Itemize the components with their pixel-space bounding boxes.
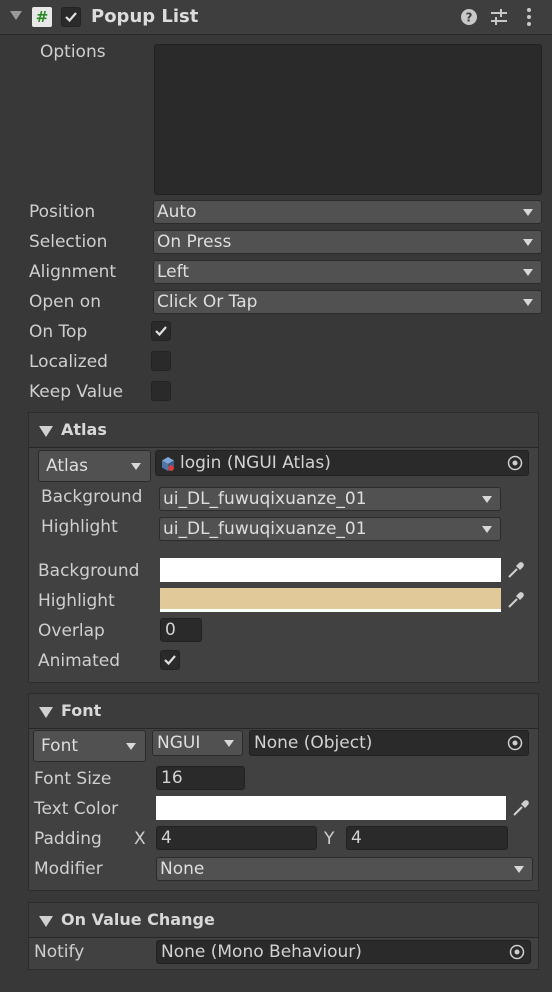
help-icon[interactable]: ? [458, 6, 480, 28]
font-size-value: 16 [161, 768, 183, 788]
padding-label: Padding [34, 829, 102, 849]
options-label: Options [40, 42, 106, 62]
padding-x-label: X [134, 829, 146, 849]
chevron-down-icon [514, 866, 524, 873]
font-type-value: Font [41, 736, 79, 756]
component-title: Popup List [91, 6, 199, 27]
atlas-section-title: Atlas [61, 420, 107, 439]
position-label: Position [29, 202, 96, 222]
object-picker-icon[interactable] [509, 944, 525, 960]
chevron-down-icon [131, 463, 141, 470]
component-header: # Popup List ? [0, 0, 552, 35]
padding-y-input[interactable]: 4 [346, 826, 508, 850]
script-icon: # [32, 7, 52, 27]
atlas-object-field[interactable]: login (NGUI Atlas) [155, 450, 529, 476]
selection-value: On Press [157, 232, 232, 252]
font-kind-dropdown[interactable]: NGUI [152, 730, 243, 756]
on-value-change-header[interactable]: On Value Change [29, 903, 538, 938]
sprite-highlight-value: ui_DL_fuwuqixuanze_01 [163, 519, 367, 539]
notify-value: None (Mono Behaviour) [161, 942, 362, 962]
atlas-type-value: Atlas [46, 456, 88, 476]
padding-y-value: 4 [351, 828, 362, 848]
localized-checkbox[interactable] [151, 351, 171, 371]
notify-object-field[interactable]: None (Mono Behaviour) [156, 940, 531, 964]
on-top-label: On Top [29, 322, 88, 342]
preset-icon[interactable] [488, 6, 510, 28]
chevron-down-icon [523, 269, 533, 276]
color-background-swatch[interactable] [160, 558, 501, 582]
on-value-change-title: On Value Change [61, 910, 215, 929]
font-object-value: None (Object) [254, 733, 373, 753]
text-color-swatch[interactable] [156, 796, 506, 820]
alignment-label: Alignment [29, 262, 117, 282]
color-highlight-swatch[interactable] [160, 588, 501, 612]
overlap-label: Overlap [38, 621, 105, 641]
color-highlight-label: Highlight [38, 591, 115, 611]
font-section-header[interactable]: Font [29, 694, 538, 729]
localized-label: Localized [29, 352, 108, 372]
sprite-background-value: ui_DL_fuwuqixuanze_01 [163, 489, 367, 509]
overlap-value: 0 [165, 620, 176, 640]
component-enabled-checkbox[interactable] [61, 7, 81, 27]
atlas-object-value: login (NGUI Atlas) [180, 453, 331, 473]
alignment-dropdown[interactable]: Left [153, 260, 542, 284]
position-dropdown[interactable]: Auto [153, 200, 542, 224]
chevron-down-icon [224, 740, 234, 747]
font-kind-value: NGUI [157, 733, 201, 753]
chevron-down-icon [482, 496, 492, 503]
eyedropper-icon[interactable] [510, 797, 532, 819]
modifier-value: None [160, 859, 205, 879]
chevron-down-icon [126, 743, 136, 750]
on-top-checkbox[interactable] [151, 321, 171, 341]
chevron-down-icon [523, 209, 533, 216]
font-size-input[interactable]: 16 [156, 766, 245, 790]
atlas-section-header[interactable]: Atlas [29, 413, 538, 448]
font-object-field[interactable]: None (Object) [249, 730, 529, 756]
padding-y-label: Y [324, 829, 335, 849]
open-on-label: Open on [29, 292, 101, 312]
eyedropper-icon[interactable] [505, 589, 527, 611]
open-on-value: Click Or Tap [157, 292, 258, 312]
sprite-background-label: Background [41, 487, 143, 507]
padding-x-input[interactable]: 4 [156, 826, 317, 850]
sprite-background-dropdown[interactable]: ui_DL_fuwuqixuanze_01 [159, 487, 501, 511]
text-color-label: Text Color [34, 799, 119, 819]
svg-text:?: ? [466, 11, 473, 25]
atlas-asset-icon [162, 457, 174, 471]
fold-triangle-icon [39, 707, 53, 718]
color-background-label: Background [38, 561, 140, 581]
object-picker-icon[interactable] [507, 455, 523, 471]
notify-label: Notify [34, 942, 85, 962]
selection-label: Selection [29, 232, 108, 252]
fold-triangle-icon [39, 916, 53, 927]
font-size-label: Font Size [34, 769, 112, 789]
alignment-value: Left [157, 262, 189, 282]
fold-triangle-icon[interactable] [10, 11, 22, 20]
chevron-down-icon [482, 526, 492, 533]
overlap-input[interactable]: 0 [160, 618, 202, 642]
chevron-down-icon [523, 239, 533, 246]
position-value: Auto [157, 202, 197, 222]
font-type-dropdown[interactable]: Font [33, 730, 146, 762]
animated-label: Animated [38, 651, 121, 671]
eyedropper-icon[interactable] [505, 559, 527, 581]
font-section-title: Font [61, 701, 102, 720]
fold-triangle-icon [39, 426, 53, 437]
animated-checkbox[interactable] [160, 650, 180, 670]
padding-x-value: 4 [161, 828, 172, 848]
modifier-dropdown[interactable]: None [156, 857, 533, 881]
selection-dropdown[interactable]: On Press [153, 230, 542, 254]
keep-value-label: Keep Value [29, 382, 124, 402]
object-picker-icon[interactable] [507, 735, 523, 751]
atlas-type-dropdown[interactable]: Atlas [38, 450, 151, 482]
kebab-menu-icon[interactable] [518, 6, 540, 28]
modifier-label: Modifier [34, 859, 103, 879]
chevron-down-icon [523, 299, 533, 306]
keep-value-checkbox[interactable] [151, 381, 171, 401]
sprite-highlight-dropdown[interactable]: ui_DL_fuwuqixuanze_01 [159, 517, 501, 541]
options-textarea[interactable] [154, 44, 542, 195]
open-on-dropdown[interactable]: Click Or Tap [153, 290, 542, 314]
sprite-highlight-label: Highlight [41, 517, 118, 537]
